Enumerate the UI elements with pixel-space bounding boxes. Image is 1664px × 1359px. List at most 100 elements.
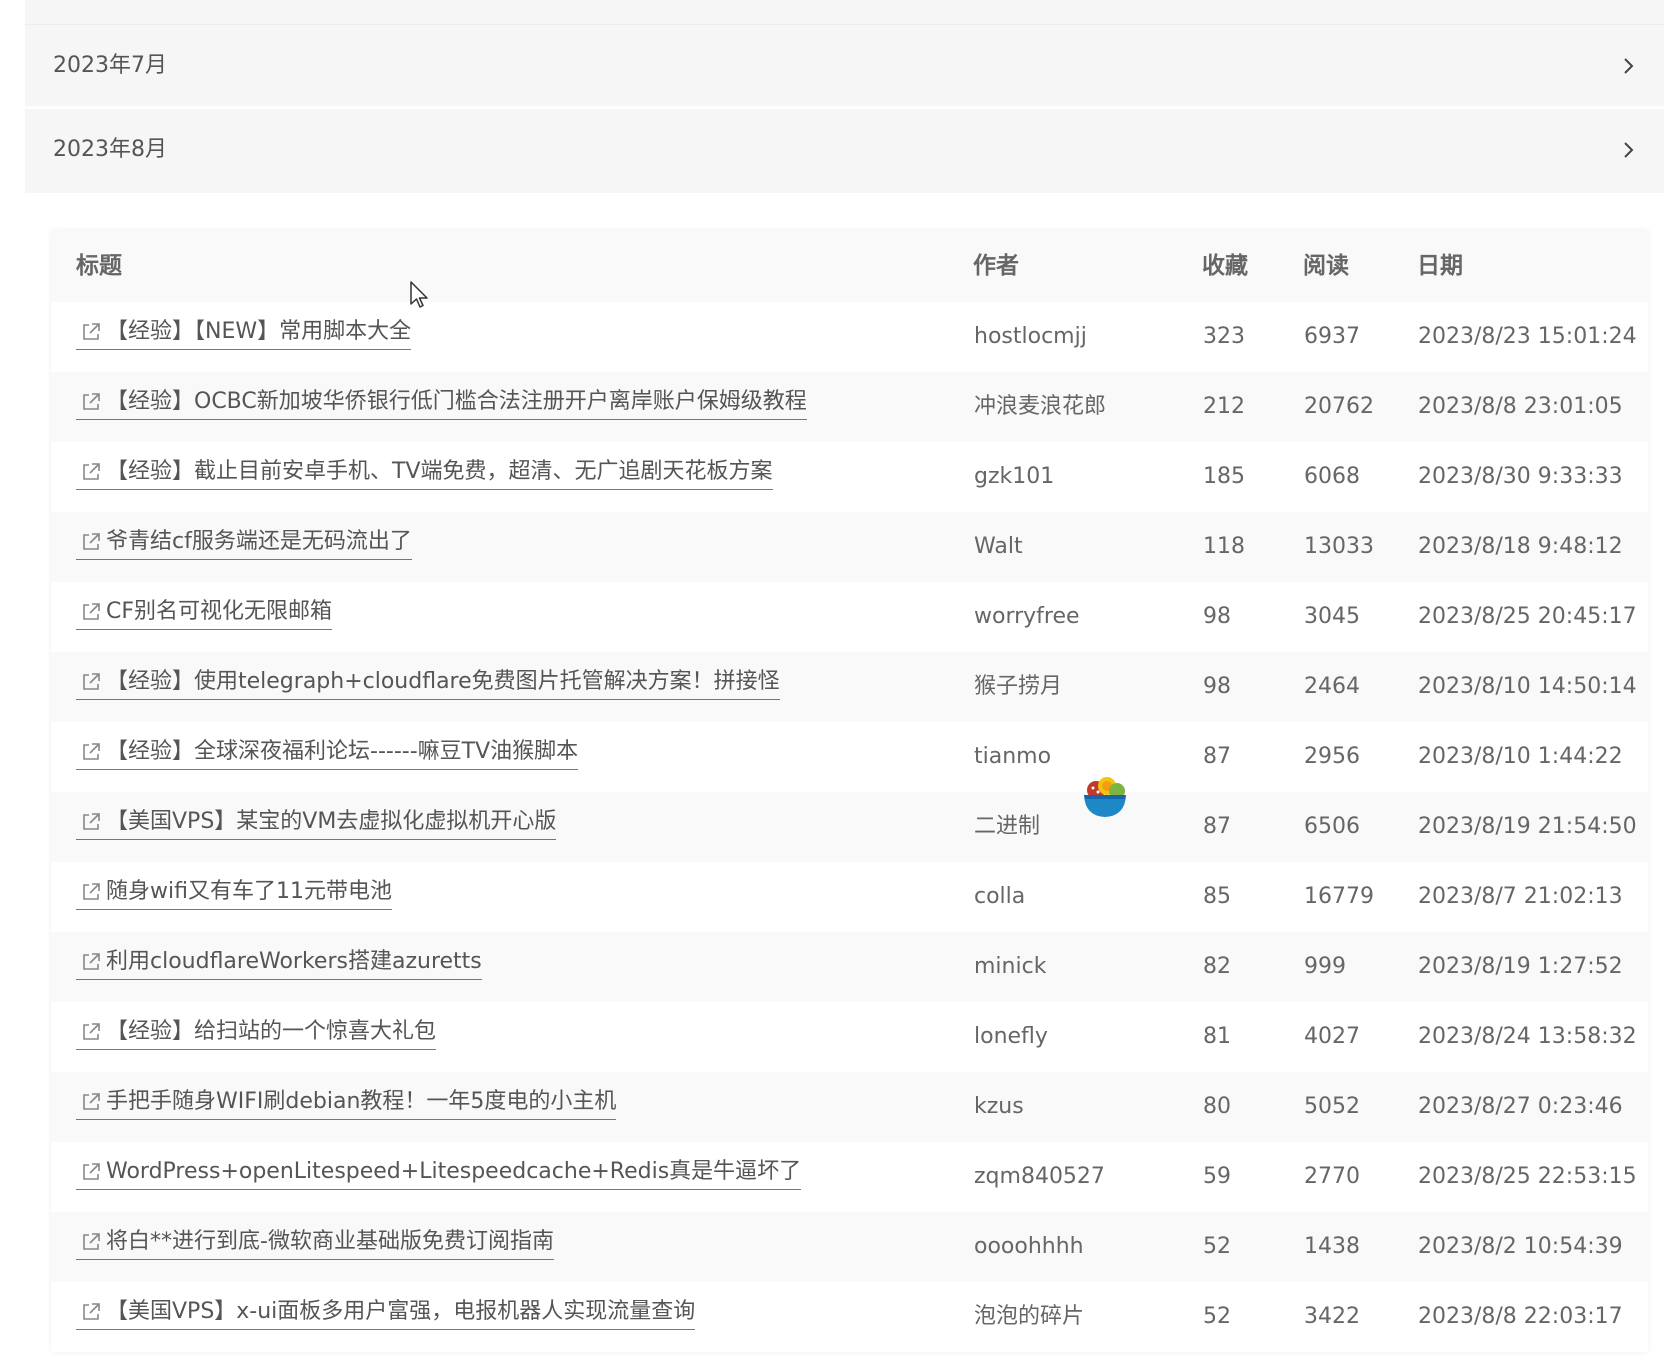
date-cell: 2023/8/19 21:54:50 [1418, 814, 1637, 839]
external-link-icon [80, 671, 102, 693]
read-count-cell: 13033 [1304, 534, 1374, 559]
post-title-link[interactable]: 【经验】使用telegraph+cloudflare免费图片托管解决方案！拼接怪 [76, 666, 780, 700]
date-cell: 2023/8/8 22:03:17 [1418, 1304, 1623, 1329]
table-row: CF别名可视化无限邮箱 worryfree 98 3045 2023/8/25 20:4… [51, 582, 1648, 652]
title-cell: 【经验】【NEW】常用脚本大全 [76, 302, 412, 372]
title-cell: 【经验】给扫站的一个惊喜大礼包 [76, 1002, 437, 1072]
chevron-right-icon [1618, 140, 1638, 160]
post-title-text: 将白**进行到底-微软商业基础版免费订阅指南 [106, 1229, 554, 1254]
title-cell: 【经验】截止目前安卓手机、TV端免费，超清、无广追剧天花板方案 [76, 442, 773, 512]
post-title-link[interactable]: 【经验】OCBC新加坡华侨银行低门槛合法注册开户离岸账户保姆级教程 [76, 386, 807, 420]
read-count-cell: 6937 [1304, 324, 1360, 349]
header-read[interactable]: 阅读 [1303, 230, 1349, 302]
post-title-link[interactable]: 手把手随身WIFI刷debian教程！一年5度电的小主机 [76, 1086, 617, 1120]
title-cell: 【经验】OCBC新加坡华侨银行低门槛合法注册开户离岸账户保姆级教程 [76, 372, 807, 442]
read-count-cell: 20762 [1304, 394, 1374, 419]
title-cell: CF别名可视化无限邮箱 [76, 582, 333, 652]
table-row: WordPress+openLitespeed+Litespeedcache+R… [51, 1142, 1648, 1212]
fruit-bowl-icon[interactable] [1078, 768, 1132, 822]
post-title-text: 【美国VPS】x-ui面板多用户富强，电报机器人实现流量查询 [106, 1299, 696, 1324]
table-row: 【经验】使用telegraph+cloudflare免费图片托管解决方案！拼接怪… [51, 652, 1648, 722]
author-cell[interactable]: 冲浪麦浪花郎 [974, 372, 1106, 442]
fav-count-cell: 82 [1203, 954, 1231, 979]
chevron-right-icon [1618, 56, 1638, 76]
date-cell: 2023/8/27 0:23:46 [1418, 1094, 1623, 1119]
fav-count-cell: 81 [1203, 1024, 1231, 1049]
table-row: 利用cloudflareWorkers搭建azuretts minick 82 999… [51, 932, 1648, 1002]
table-row: 【美国VPS】某宝的VM去虚拟化虚拟机开心版 二进制 87 6506 2023/8/19… [51, 792, 1648, 862]
post-title-text: 【经验】给扫站的一个惊喜大礼包 [106, 1019, 437, 1044]
author-cell[interactable]: 泡泡的碎片 [974, 1282, 1084, 1352]
date-cell: 2023/8/10 1:44:22 [1418, 744, 1623, 769]
table-row: 【经验】截止目前安卓手机、TV端免费，超清、无广追剧天花板方案 gzk101 185… [51, 442, 1648, 512]
fav-count-cell: 59 [1203, 1164, 1231, 1189]
read-count-cell: 16779 [1304, 884, 1374, 909]
post-title-link[interactable]: 【美国VPS】x-ui面板多用户富强，电报机器人实现流量查询 [76, 1296, 696, 1330]
table-row: 随身wifi又有车了11元带电池 colla 85 16779 2023/8/7 21:… [51, 862, 1648, 932]
header-fav[interactable]: 收藏 [1202, 230, 1248, 302]
external-link-icon [80, 741, 102, 763]
external-link-icon [80, 881, 102, 903]
month-row-august[interactable]: 2023年8月 [25, 109, 1664, 193]
external-link-icon [80, 1301, 102, 1323]
external-link-icon [80, 1161, 102, 1183]
title-cell: 利用cloudflareWorkers搭建azuretts [76, 932, 482, 1002]
date-cell: 2023/8/19 1:27:52 [1418, 954, 1623, 979]
author-cell[interactable]: oooohhhh [974, 1212, 1084, 1282]
author-cell[interactable]: gzk101 [974, 442, 1054, 512]
author-cell[interactable]: minick [974, 932, 1046, 1002]
post-title-text: WordPress+openLitespeed+Litespeedcache+R… [106, 1159, 802, 1184]
read-count-cell: 6506 [1304, 814, 1360, 839]
title-cell: 随身wifi又有车了11元带电池 [76, 862, 392, 932]
month-label: 2023年7月 [53, 53, 167, 78]
author-cell[interactable]: colla [974, 862, 1025, 932]
fav-count-cell: 98 [1203, 604, 1231, 629]
post-title-text: 【经验】使用telegraph+cloudflare免费图片托管解决方案！拼接怪 [106, 669, 780, 694]
post-title-link[interactable]: 【美国VPS】某宝的VM去虚拟化虚拟机开心版 [76, 806, 557, 840]
post-title-link[interactable]: WordPress+openLitespeed+Litespeedcache+R… [76, 1156, 802, 1190]
date-cell: 2023/8/25 22:53:15 [1418, 1164, 1637, 1189]
title-cell: 将白**进行到底-微软商业基础版免费订阅指南 [76, 1212, 554, 1282]
post-title-text: 【经验】截止目前安卓手机、TV端免费，超清、无广追剧天花板方案 [106, 459, 773, 484]
post-title-text: CF别名可视化无限邮箱 [106, 599, 333, 624]
post-title-link[interactable]: 【经验】全球深夜福利论坛------嘛豆TV油猴脚本 [76, 736, 579, 770]
post-title-link[interactable]: 随身wifi又有车了11元带电池 [76, 876, 392, 910]
author-cell[interactable]: Walt [974, 512, 1023, 582]
header-author[interactable]: 作者 [973, 230, 1019, 302]
header-date[interactable]: 日期 [1417, 230, 1463, 302]
author-cell[interactable]: worryfree [974, 582, 1080, 652]
table-row: 爷青结cf服务端还是无码流出了 Walt 118 13033 2023/8/18 9:4… [51, 512, 1648, 582]
date-cell: 2023/8/18 9:48:12 [1418, 534, 1623, 559]
author-cell[interactable]: 猴子捞月 [974, 652, 1062, 722]
table-row: 将白**进行到底-微软商业基础版免费订阅指南 oooohhhh 52 1438 2023… [51, 1212, 1648, 1282]
month-row-july[interactable]: 2023年7月 [25, 25, 1664, 107]
fav-count-cell: 52 [1203, 1234, 1231, 1259]
external-link-icon [80, 1231, 102, 1253]
left-margin [0, 0, 25, 1359]
title-cell: WordPress+openLitespeed+Litespeedcache+R… [76, 1142, 802, 1212]
author-cell[interactable]: kzus [974, 1072, 1024, 1142]
date-cell: 2023/8/30 9:33:33 [1418, 464, 1623, 489]
post-title-link[interactable]: 利用cloudflareWorkers搭建azuretts [76, 946, 482, 980]
post-title-link[interactable]: CF别名可视化无限邮箱 [76, 596, 333, 630]
post-title-text: 爷青结cf服务端还是无码流出了 [106, 529, 412, 554]
fav-count-cell: 80 [1203, 1094, 1231, 1119]
author-cell[interactable]: tianmo [974, 722, 1051, 792]
table-header-row: 标题 作者 收藏 阅读 日期 [51, 230, 1648, 302]
header-title[interactable]: 标题 [76, 230, 122, 302]
fav-count-cell: 185 [1203, 464, 1245, 489]
author-cell[interactable]: hostlocmjj [974, 302, 1087, 372]
post-title-link[interactable]: 将白**进行到底-微软商业基础版免费订阅指南 [76, 1226, 554, 1260]
previous-month-row-edge[interactable] [25, 0, 1664, 25]
external-link-icon [80, 531, 102, 553]
author-cell[interactable]: lonefly [974, 1002, 1048, 1072]
post-title-link[interactable]: 爷青结cf服务端还是无码流出了 [76, 526, 412, 560]
author-cell[interactable]: 二进制 [974, 792, 1040, 862]
post-title-link[interactable]: 【经验】截止目前安卓手机、TV端免费，超清、无广追剧天花板方案 [76, 456, 773, 490]
post-title-text: 【经验】全球深夜福利论坛------嘛豆TV油猴脚本 [106, 739, 579, 764]
author-cell[interactable]: zqm840527 [974, 1142, 1105, 1212]
post-title-link[interactable]: 【经验】【NEW】常用脚本大全 [76, 316, 412, 350]
post-title-link[interactable]: 【经验】给扫站的一个惊喜大礼包 [76, 1016, 437, 1050]
fav-count-cell: 212 [1203, 394, 1245, 419]
read-count-cell: 2464 [1304, 674, 1360, 699]
